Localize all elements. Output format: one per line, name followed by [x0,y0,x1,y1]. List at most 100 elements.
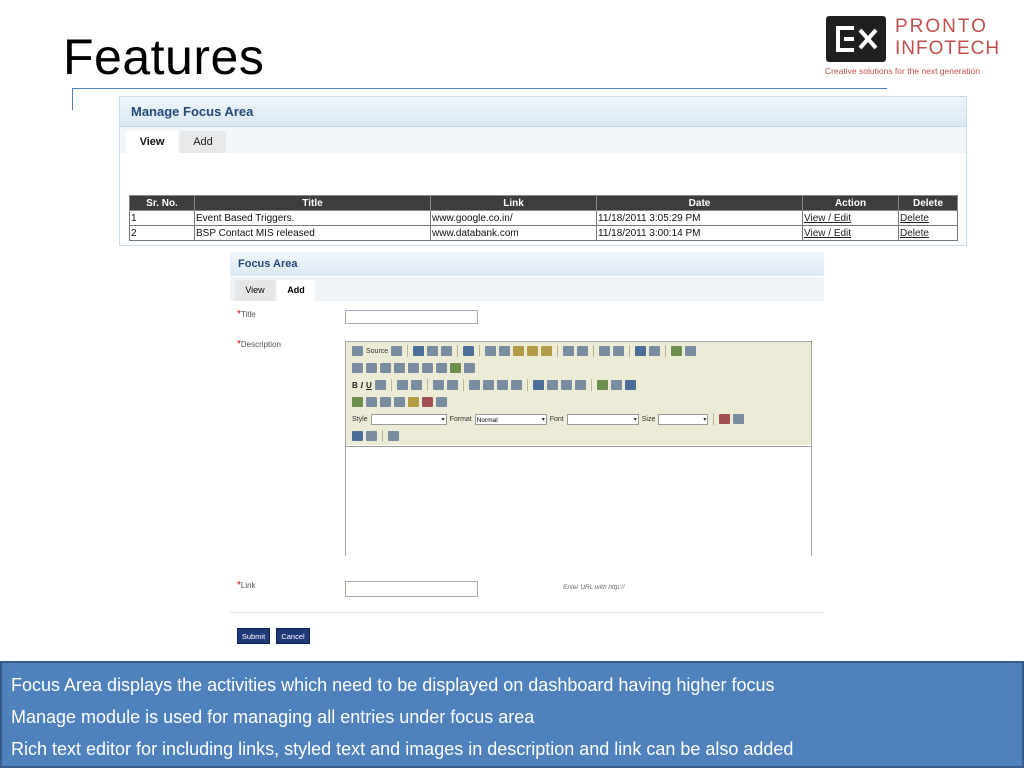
image-icon[interactable] [352,397,363,407]
logo-line-2: INFOTECH [895,38,1001,59]
editor-content-area[interactable] [346,446,811,556]
link-icon[interactable] [596,380,608,390]
view-edit-link[interactable]: View / Edit [802,210,899,226]
preview-icon[interactable] [391,346,403,356]
paste-word-icon[interactable] [541,346,553,356]
style-select[interactable]: ▾ [370,413,447,425]
tab-view[interactable]: View [235,280,275,301]
hidden-field-icon[interactable] [464,363,475,373]
format-select[interactable]: Normal ▾ [474,413,547,425]
find-icon[interactable] [635,346,647,356]
div-container-icon[interactable] [510,380,522,390]
outdent-icon[interactable] [468,380,480,390]
cell-sr-no: 1 [129,210,195,226]
toolbar-separator [713,413,715,425]
table-icon[interactable] [380,397,391,407]
spellcheck-icon[interactable] [577,346,589,356]
page-break-icon[interactable] [436,397,447,407]
text-color-icon[interactable] [719,414,731,424]
italic-icon[interactable]: I [361,381,363,390]
cancel-button[interactable]: Cancel [276,628,310,644]
style-label: Style [352,415,368,423]
replace-icon[interactable] [649,346,661,356]
text-field-icon[interactable] [394,363,405,373]
toolbar-row-6 [352,428,399,444]
submit-button[interactable]: Submit [237,628,270,644]
strikethrough-icon[interactable] [374,380,386,390]
flash-icon[interactable] [366,397,377,407]
checkbox-icon[interactable] [366,363,377,373]
maximize-icon[interactable] [352,431,363,441]
link-hint: Enter URL with http:// [563,584,625,591]
print-icon[interactable] [563,346,575,356]
paste-icon[interactable] [513,346,525,356]
delete-link[interactable]: Delete [898,210,958,226]
link-input[interactable] [345,581,478,597]
image-button-icon[interactable] [450,363,461,373]
form-divider [230,612,824,613]
column-header-link: Link [430,195,597,211]
about-icon[interactable] [388,431,399,441]
remove-format-icon[interactable] [685,346,697,356]
column-header-sr-no: Sr. No. [129,195,195,211]
title-input[interactable] [345,310,478,324]
delete-link[interactable]: Delete [898,225,958,241]
size-label: Size [641,415,656,423]
superscript-icon[interactable] [410,380,422,390]
source-icon[interactable] [352,346,363,356]
save-icon[interactable] [413,346,425,356]
toolbar-row-4 [352,394,447,410]
tab-add[interactable]: Add [180,131,226,153]
templates-icon[interactable] [463,346,475,356]
align-right-icon[interactable] [560,380,572,390]
cell-link: www.google.co.in/ [430,210,597,226]
horizontal-rule-icon[interactable] [394,397,405,407]
source-button-label[interactable]: Source [366,348,388,355]
caption-line: Manage module is used for managing all e… [11,707,535,727]
rich-text-editor[interactable]: Source B I U Style ▾ Format Normal ▾ Fon… [345,341,812,556]
underline-icon[interactable]: U [366,381,372,390]
bulleted-list-icon[interactable] [446,380,458,390]
tab-view[interactable]: View [126,131,178,153]
size-select[interactable]: ▾ [658,413,709,425]
toolbar-separator [590,379,592,391]
form-icon[interactable] [352,363,363,373]
unlink-icon[interactable] [610,380,622,390]
numbered-list-icon[interactable] [432,380,444,390]
align-center-icon[interactable] [546,380,558,390]
radio-icon[interactable] [380,363,391,373]
paste-text-icon[interactable] [527,346,539,356]
copy-icon[interactable] [499,346,511,356]
justify-icon[interactable] [574,380,586,390]
cut-icon[interactable] [485,346,497,356]
subscript-icon[interactable] [396,380,408,390]
bold-icon[interactable]: B [352,381,358,390]
select-field-icon[interactable] [422,363,433,373]
textarea-icon[interactable] [408,363,419,373]
column-header-action: Action [802,195,899,211]
toolbar-separator [665,345,667,357]
title-label: *Title [237,309,256,320]
column-header-title: Title [194,195,431,211]
tab-add[interactable]: Add [277,280,315,301]
undo-icon[interactable] [599,346,611,356]
anchor-icon[interactable] [624,380,636,390]
blockquote-icon[interactable] [496,380,508,390]
special-char-icon[interactable] [422,397,433,407]
button-field-icon[interactable] [436,363,447,373]
link-label: *Link [237,580,256,591]
redo-icon[interactable] [613,346,625,356]
logo-tagline: Creative solutions for the next generati… [825,66,980,76]
smiley-icon[interactable] [408,397,419,407]
font-select[interactable]: ▾ [566,413,639,425]
background-color-icon[interactable] [733,414,745,424]
print-preview-icon[interactable] [441,346,453,356]
cell-date: 11/18/2011 3:05:29 PM [596,210,803,226]
new-page-icon[interactable] [427,346,439,356]
select-all-icon[interactable] [671,346,683,356]
align-left-icon[interactable] [532,380,544,390]
view-edit-link[interactable]: View / Edit [802,225,899,241]
logo-line-1: PRONTO [895,16,988,37]
show-blocks-icon[interactable] [366,431,377,441]
indent-icon[interactable] [482,380,494,390]
